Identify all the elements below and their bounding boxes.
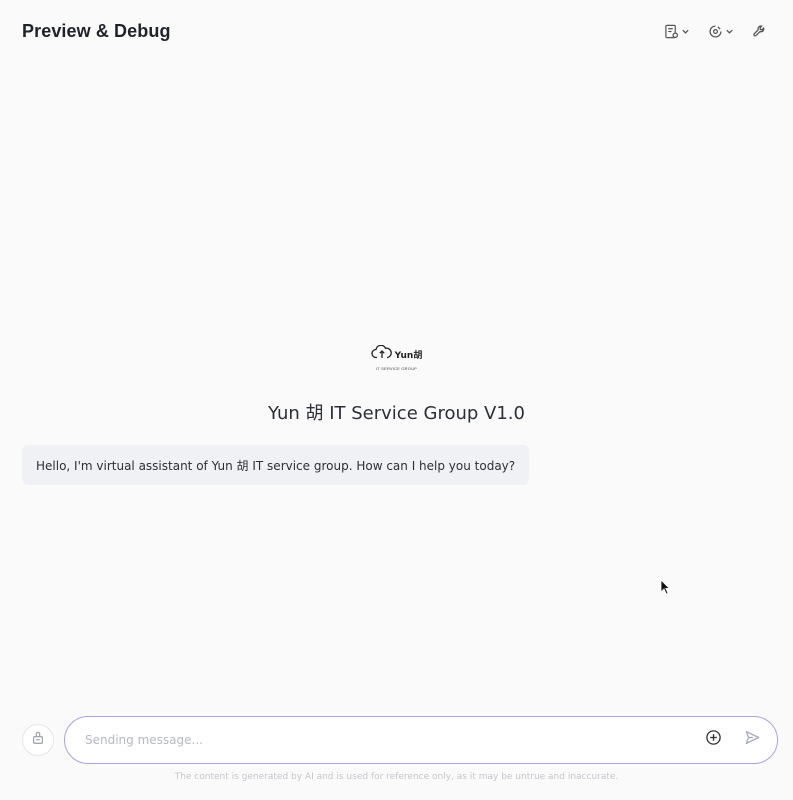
- header: Preview & Debug: [0, 0, 793, 62]
- plugin-dropdown[interactable]: [708, 24, 734, 39]
- assistant-message: Hello, I'm virtual assistant of Yun 胡 IT…: [22, 445, 530, 485]
- logo-subtext: IT SERVICE GROUP: [375, 366, 418, 371]
- document-settings-icon: [664, 24, 679, 39]
- message-input-box[interactable]: [64, 716, 778, 764]
- bot-intro: Yun胡 IT SERVICE GROUP Yun 胡 IT Service G…: [0, 344, 793, 425]
- chevron-down-icon: [725, 27, 734, 36]
- document-settings-dropdown[interactable]: [664, 24, 690, 39]
- add-attachment-button[interactable]: [705, 729, 722, 751]
- wrench-icon: [752, 24, 767, 39]
- bot-name: Yun 胡 IT Service Group V1.0: [268, 403, 525, 424]
- message-text: Hello, I'm virtual assistant of Yun 胡 IT…: [36, 458, 516, 473]
- ai-disclaimer: The content is generated by AI and is us…: [174, 772, 619, 782]
- add-circle-icon: [705, 729, 722, 751]
- logo-text: Yun胡: [394, 351, 423, 361]
- bot-logo: Yun胡 IT SERVICE GROUP: [371, 344, 423, 371]
- composer: [22, 716, 778, 764]
- send-icon: [744, 729, 761, 751]
- message-input[interactable]: [85, 733, 691, 747]
- plugin-icon: [708, 24, 723, 39]
- mouse-cursor-icon: [660, 579, 671, 600]
- debug-settings-button[interactable]: [752, 24, 767, 39]
- clear-history-icon: [31, 731, 45, 750]
- header-actions: [664, 24, 771, 39]
- clear-history-button[interactable]: [22, 724, 54, 756]
- page-title: Preview & Debug: [22, 20, 171, 41]
- cloud-upload-icon: [371, 344, 393, 364]
- chevron-down-icon: [681, 27, 690, 36]
- send-button[interactable]: [744, 729, 761, 751]
